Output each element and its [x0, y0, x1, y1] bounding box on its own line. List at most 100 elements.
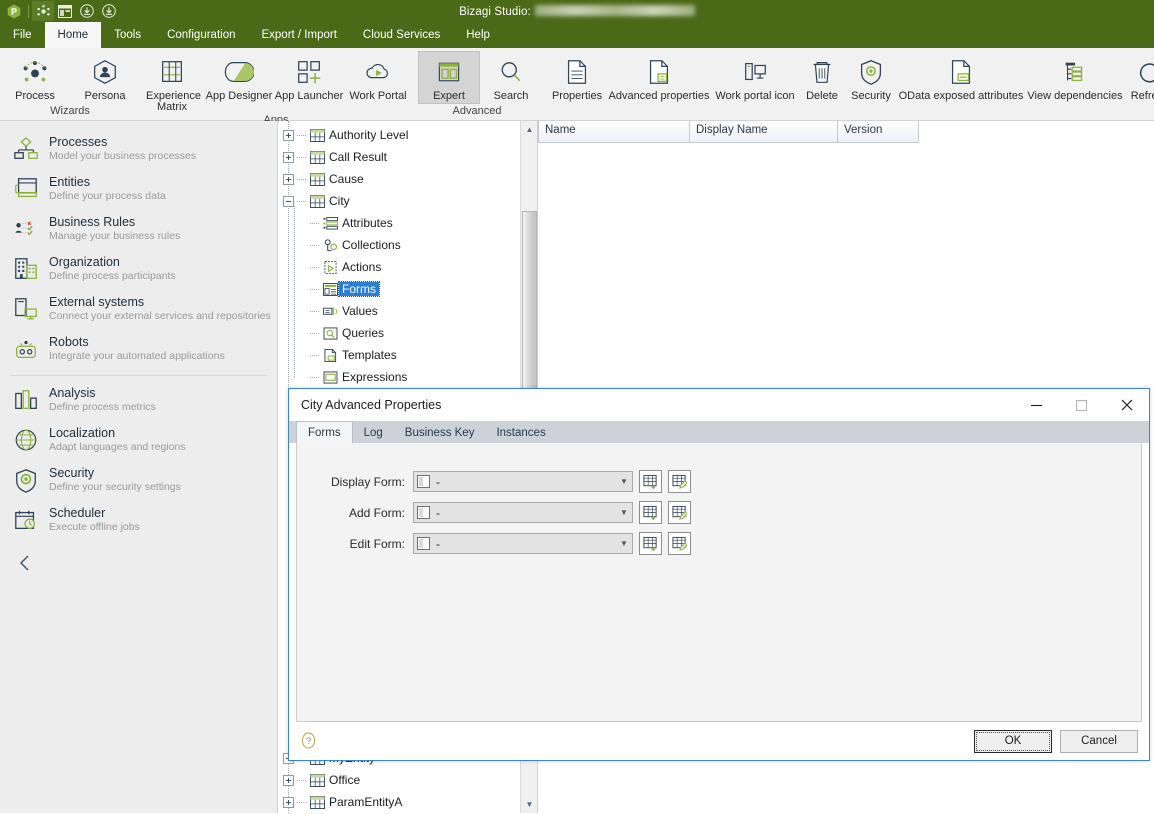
tree-node-attributes[interactable]: Attributes [310, 212, 537, 234]
tab-home[interactable]: Home [44, 22, 102, 48]
edit-add-form-button[interactable] [668, 501, 691, 524]
tree-node-templates[interactable]: Templates [310, 344, 537, 366]
tab-help[interactable]: Help [453, 22, 503, 48]
chevron-down-icon[interactable]: ▼ [616, 477, 632, 486]
sidebar-item-security[interactable]: Security Define your security settings [0, 460, 277, 500]
ribbon-button-view-dependencies[interactable]: View dependencies [1025, 51, 1125, 103]
sidebar-item-localization[interactable]: Localization Adapt languages and regions [0, 420, 277, 460]
grid-column-display-name[interactable]: Display Name [690, 121, 838, 143]
ribbon-button-experience-matrix[interactable]: Experience Matrix [140, 51, 204, 114]
ribbon-button-search[interactable]: Search [480, 51, 542, 103]
business-rules-icon [12, 214, 40, 244]
ribbon-button-properties[interactable]: Properties [547, 51, 607, 103]
upload-icon[interactable] [98, 1, 120, 21]
sidebar-title-scheduler: Scheduler [49, 506, 106, 520]
ribbon-group-wizards: Process Persona Wizards [0, 48, 140, 120]
process-wizard-icon[interactable] [32, 1, 54, 21]
collapser-icon[interactable] [283, 195, 294, 207]
dialog-cancel-button[interactable]: Cancel [1060, 729, 1138, 753]
tree-node-expressions[interactable]: Expressions [310, 366, 537, 388]
dialog-close-button[interactable] [1104, 389, 1149, 421]
sidebar-item-external-systems[interactable]: External systems Connect your external s… [0, 289, 277, 329]
edit-display-form-button[interactable] [668, 470, 691, 493]
ribbon-button-security[interactable]: Security [845, 51, 897, 103]
chevron-down-icon[interactable]: ▼ [616, 539, 632, 548]
dialog-tab-log[interactable]: Log [353, 423, 394, 443]
sidebar-item-robots[interactable]: Robots Integrate your automated applicat… [0, 329, 277, 369]
add-edit-form-button[interactable] [639, 532, 662, 555]
sidebar-item-scheduler[interactable]: Scheduler Execute offline jobs [0, 500, 277, 540]
tab-cloud-services[interactable]: Cloud Services [350, 22, 453, 48]
work-portal-icon[interactable] [54, 1, 76, 21]
tree-node-paramentitya[interactable]: ParamEntityA [283, 791, 537, 813]
add-add-form-button[interactable] [639, 501, 662, 524]
tab-file[interactable]: File [0, 22, 45, 48]
ribbon-button-expert[interactable]: Expert [418, 51, 480, 104]
sidebar-collapse-button[interactable] [0, 540, 277, 575]
tab-configuration[interactable]: Configuration [154, 22, 248, 48]
tree-node-values[interactable]: Values [310, 300, 537, 322]
bizagi-logo-icon[interactable] [3, 1, 25, 21]
expander-icon[interactable] [283, 774, 294, 786]
help-question-icon[interactable]: ? [300, 732, 318, 750]
sidebar-item-entities[interactable]: Entities Define your process data [0, 169, 277, 209]
tab-tools[interactable]: Tools [101, 22, 154, 48]
edit-form-combobox[interactable]: - ▼ [413, 533, 633, 554]
tree-connector [310, 244, 319, 246]
ribbon-label-properties: Properties [551, 90, 603, 102]
expander-icon[interactable] [283, 151, 294, 163]
scroll-down-arrow[interactable]: ▼ [521, 796, 537, 813]
odata-icon [947, 55, 975, 89]
tab-export-import[interactable]: Export / Import [248, 22, 349, 48]
dialog-minimize-button[interactable] [1014, 389, 1059, 421]
tree-node-collections[interactable]: Collections [310, 234, 537, 256]
sidebar-item-processes[interactable]: Processes Model your business processes [0, 129, 277, 169]
ribbon-button-advanced-properties[interactable]: Advanced properties [607, 51, 711, 103]
expander-icon[interactable] [283, 129, 294, 141]
dialog-ok-button[interactable]: OK [974, 729, 1052, 753]
sidebar-item-organization[interactable]: Organization Define process participants [0, 249, 277, 289]
edit-edit-form-button[interactable] [668, 532, 691, 555]
tree-label: ParamEntityA [329, 795, 403, 809]
ribbon-button-work-portal-icon[interactable]: Work portal icon [711, 51, 799, 103]
grid-column-name[interactable]: Name [538, 121, 690, 143]
display-form-combobox[interactable]: - ▼ [413, 471, 633, 492]
dialog-tab-forms[interactable]: Forms [296, 421, 353, 443]
ribbon-button-process[interactable]: Process [0, 51, 70, 103]
dialog-maximize-button[interactable] [1059, 389, 1104, 421]
ribbon-button-app-launcher[interactable]: App Launcher [274, 51, 344, 103]
expander-icon[interactable] [283, 796, 294, 808]
tree-node-actions[interactable]: Actions [310, 256, 537, 278]
ribbon-button-refresh[interactable]: Refresh [1125, 51, 1154, 103]
expander-icon[interactable] [283, 173, 294, 185]
window-titlebar: Bizagi Studio: [0, 0, 1154, 22]
tree-node-cause[interactable]: Cause [283, 168, 537, 190]
dialog-tab-business-key[interactable]: Business Key [394, 423, 486, 443]
scroll-up-arrow[interactable]: ▲ [521, 121, 537, 138]
ribbon-button-app-designer[interactable]: App Designer [204, 51, 274, 103]
sidebar-item-business-rules[interactable]: Business Rules Manage your business rule… [0, 209, 277, 249]
field-row-display-form: Display Form: - ▼ [297, 470, 1141, 493]
label-display-form: Display Form: [330, 474, 405, 489]
ribbon-button-persona[interactable]: Persona [70, 51, 140, 103]
download-icon[interactable] [76, 1, 98, 21]
dialog-tab-instances[interactable]: Instances [485, 423, 556, 443]
sidebar-item-analysis[interactable]: Analysis Define process metrics [0, 380, 277, 420]
ribbon-button-odata-exposed-attributes[interactable]: OData exposed attributes [897, 51, 1025, 103]
ribbon-button-work-portal[interactable]: Work Portal [344, 51, 412, 103]
sidebar-subtitle-security: Define your security settings [49, 481, 181, 493]
ribbon-button-delete[interactable]: Delete [799, 51, 845, 103]
tree-node-queries[interactable]: Queries [310, 322, 537, 344]
chevron-down-icon[interactable]: ▼ [616, 508, 632, 517]
tree-node-forms[interactable]: Forms [310, 278, 537, 300]
tree-node-authority-level[interactable]: Authority Level [283, 124, 537, 146]
tree-children-city: Attributes Collections Actions Forms Val… [283, 206, 537, 388]
add-form-combobox[interactable]: - ▼ [413, 502, 633, 523]
add-form-value: - [436, 505, 440, 520]
dialog-titlebar: City Advanced Properties [289, 389, 1149, 421]
tree-node-city[interactable]: City [283, 190, 537, 212]
tree-node-call-result[interactable]: Call Result [283, 146, 537, 168]
grid-column-version[interactable]: Version [838, 121, 919, 143]
add-display-form-button[interactable] [639, 470, 662, 493]
tree-node-office[interactable]: Office [283, 769, 537, 791]
